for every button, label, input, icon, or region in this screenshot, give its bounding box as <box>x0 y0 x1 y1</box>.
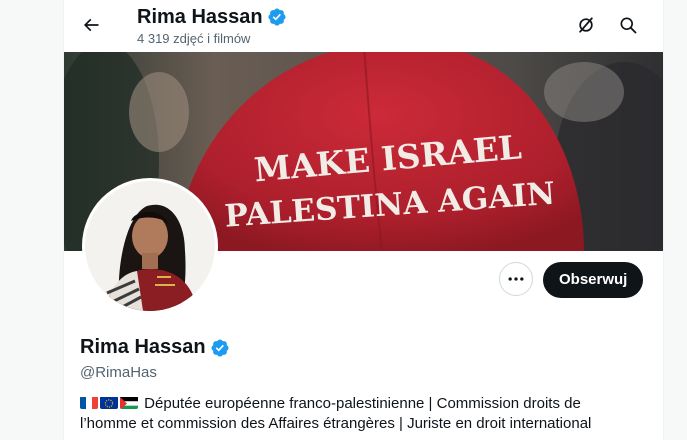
back-button[interactable] <box>74 8 108 42</box>
flag-palestine-icon <box>120 396 138 409</box>
more-icon <box>508 277 524 281</box>
search-icon <box>620 17 637 34</box>
header-title: Rima Hassan <box>137 5 287 29</box>
avatar[interactable] <box>82 178 218 314</box>
profile-handle: @RimaHas <box>80 364 157 381</box>
profile-column: Rima Hassan 4 319 zdjęć i filmów MAKE IS… <box>63 0 664 440</box>
profile-bio: Députée européenne franco-palestinienne … <box>80 394 650 434</box>
grok-button[interactable] <box>569 8 603 42</box>
search-button[interactable] <box>611 8 645 42</box>
verified-badge-icon <box>268 8 286 26</box>
flag-eu-icon <box>100 396 118 409</box>
more-options-button[interactable] <box>499 262 533 296</box>
grok-icon <box>579 17 593 33</box>
arrow-left-icon <box>83 18 99 32</box>
profile-name: Rima Hassan <box>80 336 230 359</box>
verified-badge-icon[interactable] <box>210 338 230 358</box>
bio-line-1: Députée européenne franco-palestinienne … <box>144 395 581 412</box>
profile-header: Rima Hassan 4 319 zdjęć i filmów <box>64 0 663 52</box>
flag-france-icon <box>80 396 98 409</box>
profile-name-text: Rima Hassan <box>80 336 206 358</box>
bio-line-2: l’homme et commission des Affaires étran… <box>80 415 592 432</box>
media-count: 4 319 zdjęć i filmów <box>137 31 251 46</box>
header-name: Rima Hassan <box>137 6 263 28</box>
follow-button[interactable]: Obserwuj <box>543 262 644 298</box>
